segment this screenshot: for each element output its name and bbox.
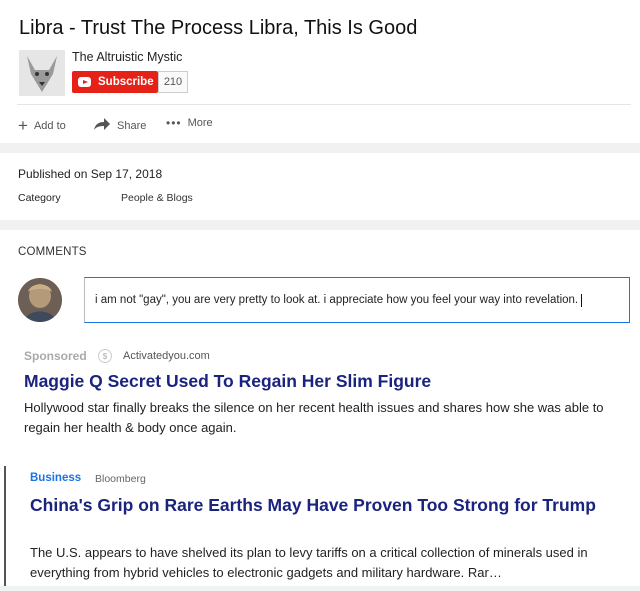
comment-draft-text: i am not "gay", you are very pretty to l… [95, 294, 579, 306]
category-label: Category [18, 192, 61, 204]
more-label: More [187, 117, 213, 129]
news-headline[interactable]: China's Grip on Rare Earths May Have Pro… [30, 493, 610, 517]
sponsored-headline[interactable]: Maggie Q Secret Used To Regain Her Slim … [24, 371, 431, 392]
share-arrow-icon [94, 116, 111, 136]
more-button[interactable]: ••• More [166, 116, 213, 130]
bottom-strip [0, 586, 640, 591]
user-avatar [18, 278, 62, 322]
news-category[interactable]: Business [30, 472, 81, 484]
channel-avatar[interactable] [19, 50, 65, 96]
sponsored-source[interactable]: Activatedyou.com [123, 350, 210, 362]
category-value[interactable]: People & Blogs [121, 192, 193, 204]
sponsored-description[interactable]: Hollywood star finally breaks the silenc… [24, 398, 614, 438]
divider [17, 104, 631, 105]
sponsored-label: Sponsored [24, 349, 87, 363]
comments-heading: COMMENTS [18, 246, 87, 258]
section-separator [0, 143, 640, 153]
add-to-button[interactable]: + Add to [18, 116, 66, 136]
youtube-play-icon [78, 77, 91, 87]
video-title: Libra - Trust The Process Libra, This Is… [19, 17, 418, 39]
subscribe-button[interactable]: Subscribe [72, 71, 158, 93]
subscriber-count: 210 [158, 71, 188, 93]
subscribe-label: Subscribe [98, 76, 154, 88]
share-button[interactable]: Share [94, 116, 146, 136]
share-label: Share [117, 120, 147, 132]
section-separator [0, 220, 640, 230]
news-source[interactable]: Bloomberg [95, 473, 146, 485]
news-accent-bar [4, 466, 6, 586]
add-to-label: Add to [33, 120, 66, 132]
channel-name[interactable]: The Altruistic Mystic [72, 50, 182, 64]
published-date: Published on Sep 17, 2018 [18, 167, 163, 181]
plus-icon: + [18, 116, 28, 135]
comment-input[interactable]: i am not "gay", you are very pretty to l… [84, 277, 630, 323]
text-cursor [581, 293, 583, 307]
more-dots-icon: ••• [166, 116, 182, 130]
ad-info-icon[interactable]: $ [98, 349, 112, 363]
news-description[interactable]: The U.S. appears to have shelved its pla… [30, 543, 620, 583]
